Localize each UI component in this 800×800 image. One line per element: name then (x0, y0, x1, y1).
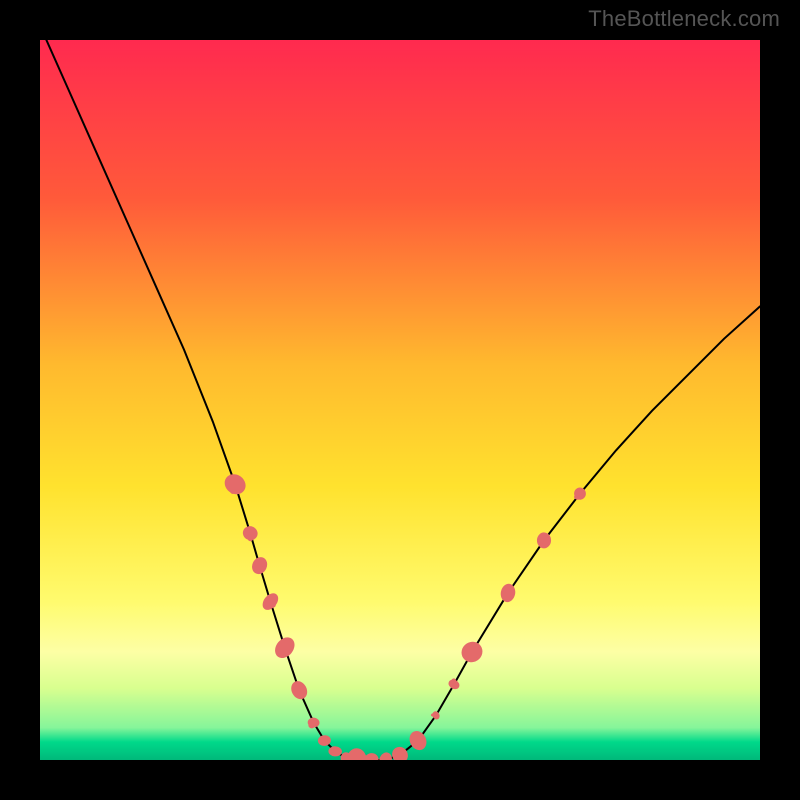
plot-area (40, 40, 760, 760)
chart-background (40, 40, 760, 760)
watermark-text: TheBottleneck.com (588, 6, 780, 32)
bottleneck-chart (40, 40, 760, 760)
chart-frame: TheBottleneck.com (0, 0, 800, 800)
